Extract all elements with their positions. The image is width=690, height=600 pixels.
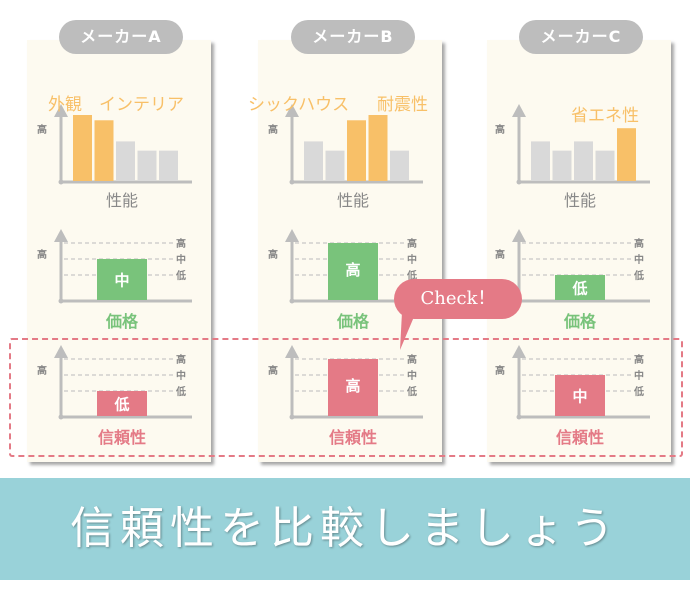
maker-a-highlight-label: インテリア <box>99 95 184 115</box>
maker-a-highlight-label: 外観 <box>48 95 82 115</box>
maker-c-performance-y-high-label: 高 <box>495 123 505 136</box>
maker-b-performance-bar <box>368 115 388 181</box>
maker-c-reliability-axis-arrow-icon <box>512 345 526 358</box>
maker-a-reliability-y-high-label: 高 <box>37 364 47 377</box>
maker-a-price-bar-label: 中 <box>114 272 129 290</box>
maker-b-price-y-high-label: 高 <box>268 248 278 261</box>
maker-c-performance-bar <box>552 150 572 181</box>
maker-a-price-level-tick-label: 中 <box>176 253 186 266</box>
maker-b-highlight-label: 耐震性 <box>377 95 428 115</box>
maker-b-price-level-tick-label: 中 <box>407 253 417 266</box>
maker-a-reliability-axis-origin <box>58 414 64 420</box>
maker-c-reliability-level-tick-label: 高 <box>634 353 644 366</box>
maker-a-reliability-axis-arrow-icon <box>54 345 68 358</box>
maker-c-performance-bar <box>574 141 593 181</box>
maker-c-performance-title: 性能 <box>564 191 596 210</box>
maker-a-performance-bar <box>137 150 157 181</box>
maker-a-performance-y-high-label: 高 <box>37 123 47 136</box>
maker-a-price-title: 価格 <box>105 312 139 331</box>
maker-b-price-axis-arrow-icon <box>285 229 299 242</box>
maker-b-price-bar-label: 高 <box>345 261 360 279</box>
maker-b-reliability-axis-origin <box>289 414 295 420</box>
maker-a-price-axis-arrow-icon <box>54 229 68 242</box>
maker-b-reliability-title: 信頼性 <box>329 428 377 447</box>
maker-c-performance-axis-arrow-icon <box>512 104 526 117</box>
maker-a-performance-bar <box>94 120 114 181</box>
maker-a-performance-title: 性能 <box>106 191 138 210</box>
maker-c-reliability-bar-label: 中 <box>572 388 587 406</box>
maker-b-reliability-level-tick-label: 高 <box>407 353 417 366</box>
maker-b-reliability-y-high-label: 高 <box>268 364 278 377</box>
maker-c-performance-bar <box>531 141 550 181</box>
banner-title: 信頼性を比較しましょう <box>0 478 690 580</box>
maker-b-reliability-level-tick-label: 低 <box>406 385 417 398</box>
maker-a-reliability-level-tick-label: 高 <box>176 353 186 366</box>
maker-c-reliability-level-tick-label: 低 <box>633 385 644 398</box>
maker-c-highlight-label: 省エネ性 <box>571 106 639 126</box>
maker-a-reliability-level-tick-label: 低 <box>175 385 186 398</box>
maker-b-reliability-axis-arrow-icon <box>285 345 299 358</box>
maker-b-price-level-tick-label: 高 <box>407 237 417 250</box>
maker-c-tag: メーカーC <box>519 20 643 54</box>
maker-c-performance-bar <box>617 128 636 181</box>
maker-c-reliability-axis-origin <box>516 414 522 420</box>
maker-c-price-y-high-label: 高 <box>495 248 505 261</box>
maker-a-reliability-title: 信頼性 <box>98 428 146 447</box>
maker-c-reliability-level-tick-label: 中 <box>634 369 644 382</box>
maker-b-performance-bar <box>390 150 409 181</box>
maker-a-tag: メーカーA <box>59 20 183 54</box>
maker-a-performance-bar <box>116 141 135 181</box>
maker-b-reliability-level-tick-label: 中 <box>407 369 417 382</box>
maker-b-performance-y-high-label: 高 <box>268 123 278 136</box>
maker-c-price-title: 価格 <box>563 312 597 331</box>
maker-b-reliability-bar-label: 高 <box>345 377 360 395</box>
maker-c-price-level-tick-label: 低 <box>633 269 644 282</box>
maker-a-price-y-high-label: 高 <box>37 248 47 261</box>
maker-c-price-level-tick-label: 中 <box>634 253 644 266</box>
maker-a-performance-axis-origin <box>58 179 64 185</box>
callout-tail <box>400 312 416 350</box>
maker-b-performance-bar <box>325 150 345 181</box>
maker-b-highlight-label: シックハウス <box>248 95 349 115</box>
maker-c-reliability-title: 信頼性 <box>556 428 604 447</box>
maker-a-price-level-tick-label: 低 <box>175 269 186 282</box>
maker-b-tag: メーカーB <box>291 20 415 54</box>
maker-c-performance-bar <box>595 150 615 181</box>
maker-b-performance-bar <box>347 120 366 181</box>
maker-c-reliability-y-high-label: 高 <box>495 364 505 377</box>
maker-b-performance-bar <box>304 141 323 181</box>
maker-b-performance-axis-origin <box>289 179 295 185</box>
maker-a-price-level-tick-label: 高 <box>176 237 186 250</box>
maker-a-performance-bar <box>159 150 178 181</box>
maker-b-price-title: 価格 <box>336 312 370 331</box>
maker-b-price-axis-origin <box>289 298 295 304</box>
maker-a-reliability-bar-label: 低 <box>113 396 129 414</box>
maker-c-performance-axis-origin <box>516 179 522 185</box>
maker-c-price-level-tick-label: 高 <box>634 237 644 250</box>
maker-a-performance-bar <box>73 115 92 181</box>
maker-a-reliability-level-tick-label: 中 <box>176 369 186 382</box>
maker-b-performance-title: 性能 <box>337 191 369 210</box>
maker-c-price-axis-arrow-icon <box>512 229 526 242</box>
maker-c-price-bar-label: 低 <box>571 280 587 298</box>
maker-a-price-axis-origin <box>58 298 64 304</box>
